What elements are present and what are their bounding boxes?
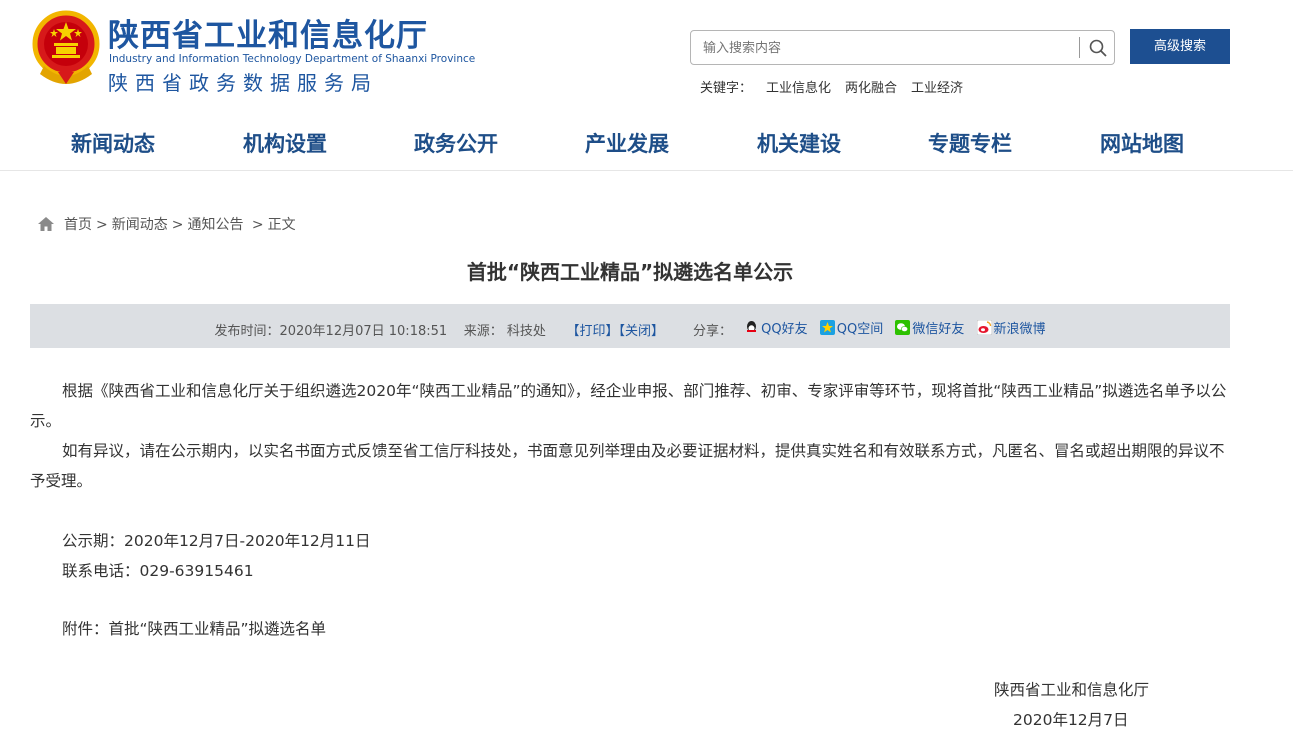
share-weibo[interactable]: 新浪微博 (976, 318, 1046, 337)
search-keywords: 关键字： 工业信息化 两化融合 工业经济 (700, 77, 963, 96)
article-paragraph: 根据《陕西省工业和信息化厅关于组织遴选2020年“陕西工业精品”的通知》，经企业… (30, 382, 1227, 430)
search-icon[interactable] (1088, 38, 1108, 58)
signature-date: 2020年12月7日 (1013, 711, 1129, 729)
breadcrumb: 首页 > 新闻动态 > 通知公告 > 正文 (38, 214, 296, 234)
share-wechat[interactable]: 微信好友 (895, 318, 964, 337)
wechat-icon (895, 320, 911, 335)
main-nav: 新闻动态 机构设置 政务公开 产业发展 机关建设 专题专栏 网站地图 (0, 118, 1293, 168)
search-input[interactable] (701, 31, 1065, 66)
keywords-label: 关键字： (700, 81, 753, 96)
attachment-link[interactable]: 附件：首批“陕西工业精品”拟遴选名单 (30, 614, 1230, 644)
article-body: 根据《陕西省工业和信息化厅关于组织遴选2020年“陕西工业精品”的通知》，经企业… (30, 376, 1230, 644)
nav-item-industry[interactable]: 产业发展 (585, 128, 669, 158)
share-qq-zone[interactable]: QQ空间 (819, 318, 883, 337)
search-box (690, 30, 1115, 66)
article-meta-bar: 发布时间：2020年12月07日 10:18:51 来源： 科技处 【打印】【关… (30, 304, 1230, 348)
source-value: 科技处 (506, 324, 546, 339)
print-link[interactable]: 【打印】 (567, 324, 619, 339)
nav-item-organization[interactable]: 机构设置 (243, 128, 327, 158)
site-logo-title: 陕西省工业和信息化厅 (108, 18, 428, 54)
source-label: 来源： (463, 324, 503, 339)
close-link[interactable]: 【关闭】 (619, 324, 665, 339)
site-logo-english: Industry and Information Technology Depa… (109, 53, 476, 65)
breadcrumb-current: 正文 (267, 217, 296, 233)
breadcrumb-news[interactable]: 新闻动态 (112, 217, 168, 233)
advanced-search-button[interactable]: 高级搜索 (1130, 29, 1230, 64)
contact-phone: 联系电话：029-63915461 (62, 562, 254, 580)
keyword-link[interactable]: 两化融合 (845, 81, 897, 96)
site-logo-subtitle: 陕西省政务数据服务局 (108, 71, 378, 95)
national-emblem-icon (32, 10, 100, 84)
article-title: 首批“陕西工业精品”拟遴选名单公示 (466, 260, 794, 284)
keyword-link[interactable]: 工业信息化 (766, 81, 831, 96)
qzone-icon (819, 320, 835, 335)
qq-icon (747, 321, 757, 332)
breadcrumb-notices[interactable]: 通知公告 (187, 217, 243, 233)
weibo-icon (976, 320, 992, 335)
article-paragraph: 如有异议，请在公示期内，以实名书面方式反馈至省工信厅科技处，书面意见列举理由及必… (30, 442, 1225, 490)
site-header: 陕西省工业和信息化厅 Industry and Information Tech… (0, 0, 1293, 171)
home-icon (38, 217, 54, 231)
publicity-period: 公示期：2020年12月7日-2020年12月11日 (62, 532, 371, 550)
nav-item-party-building[interactable]: 机关建设 (757, 128, 841, 158)
share-label: 分享： (693, 324, 733, 339)
share-qq-friend[interactable]: QQ好友 (744, 318, 808, 337)
publish-time-label: 发布时间： (214, 324, 280, 339)
breadcrumb-home[interactable]: 首页 (64, 217, 92, 233)
nav-item-special-topics[interactable]: 专题专栏 (928, 128, 1012, 158)
nav-item-news[interactable]: 新闻动态 (71, 128, 155, 158)
nav-item-sitemap[interactable]: 网站地图 (1100, 128, 1184, 158)
publish-time: 2020年12月07日 10:18:51 (279, 324, 448, 339)
keyword-link[interactable]: 工业经济 (911, 81, 963, 96)
nav-item-gov-affairs[interactable]: 政务公开 (414, 128, 498, 158)
search-divider (1079, 37, 1080, 58)
signature-department: 陕西省工业和信息化厅 (994, 681, 1150, 699)
